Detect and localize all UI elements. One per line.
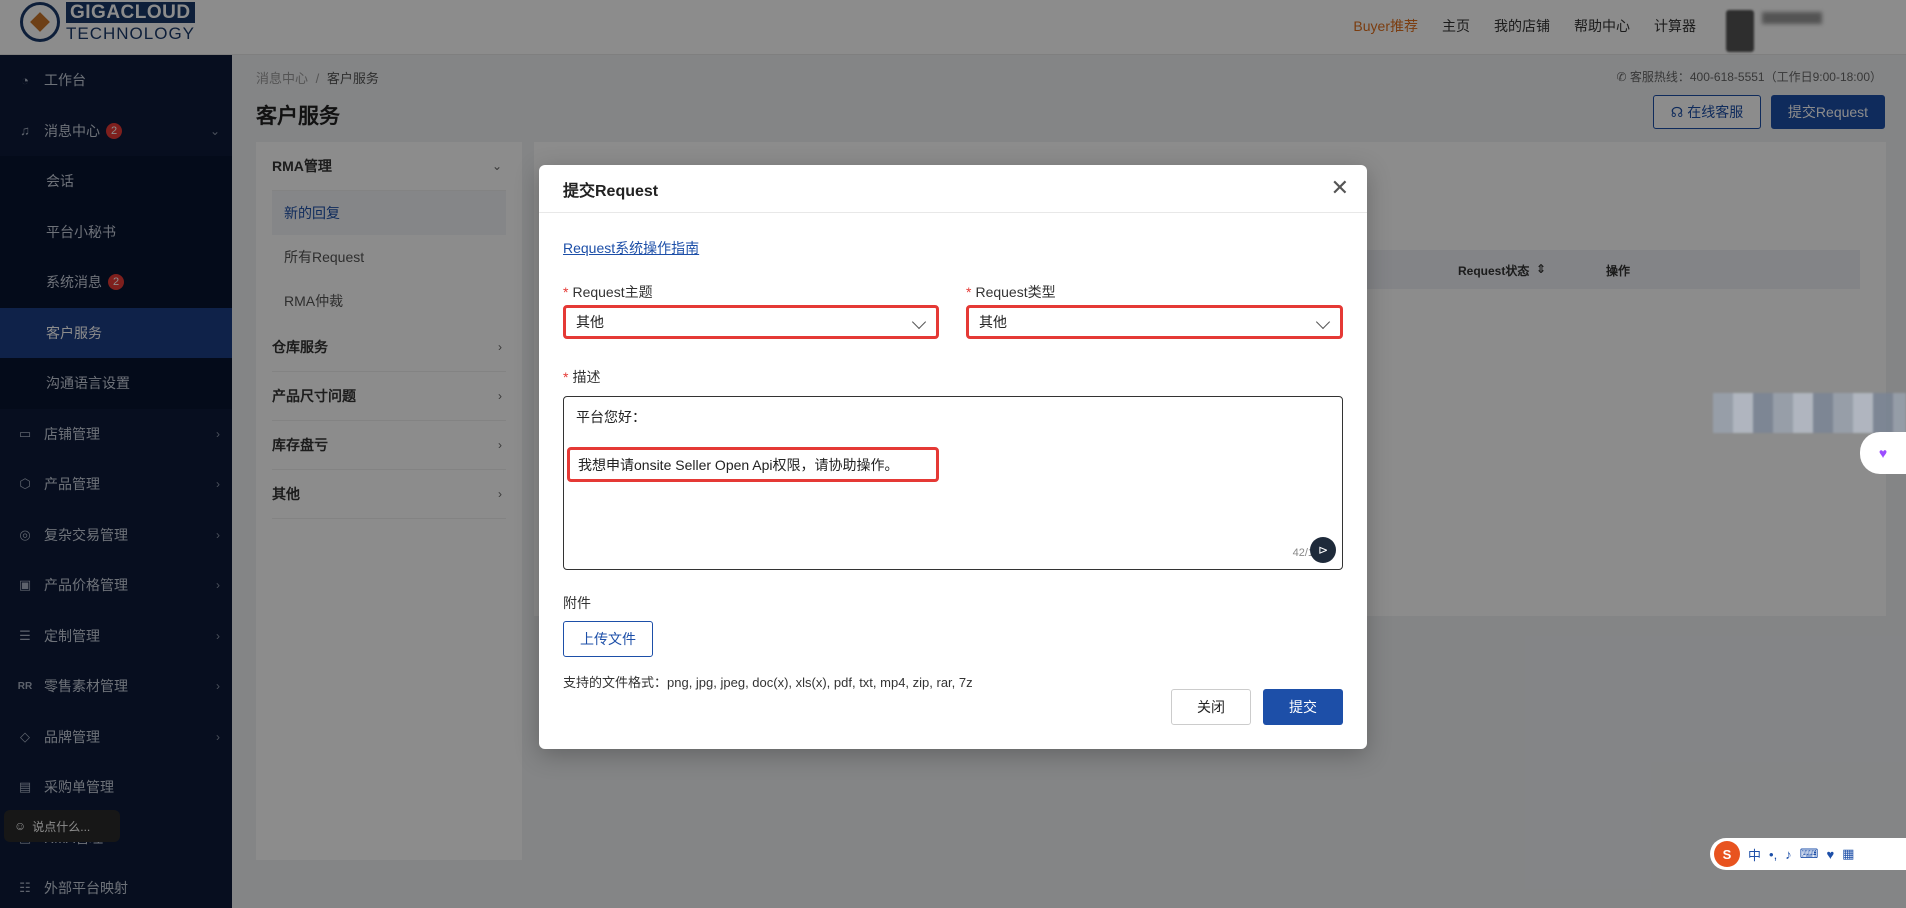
modal-title: 提交Request [563,182,659,200]
topic-select[interactable]: 其他 [563,305,939,339]
submit-request-modal: 提交Request ✕ Request系统操作指南 * Request主题 其他 … [539,165,1367,749]
topic-label: * Request主题 [563,284,653,300]
submit-button[interactable]: 提交 [1263,689,1343,725]
type-select[interactable]: 其他 [966,305,1343,339]
ime-toolbar[interactable]: S 中 •, ♪ ⌨ ♥ ▦ [1710,838,1906,870]
microphone-icon[interactable]: ♪ [1785,847,1792,862]
required-mark: * [563,369,569,385]
keyboard-icon[interactable]: ⌨ [1800,846,1819,862]
description-line2: 我想申请onsite Seller Open Api权限，请协助操作。 [567,447,939,482]
close-button[interactable]: 关闭 [1171,689,1251,725]
required-mark: * [563,284,569,300]
close-icon[interactable]: ✕ [1331,177,1349,199]
punctuation-icon[interactable]: •, [1769,847,1777,862]
description-textarea[interactable]: 平台您好： 我想申请onsite Seller Open Api权限，请协助操作… [563,396,1343,570]
modal-header: 提交Request ✕ [539,165,1367,213]
file-formats-hint: 支持的文件格式：png, jpg, jpeg, doc(x), xls(x), … [563,675,973,690]
ime-mode[interactable]: 中 [1748,845,1761,864]
type-label: * Request类型 [966,284,1056,300]
required-mark: * [966,284,972,300]
ime-logo-icon: S [1714,841,1740,867]
attachment-label: 附件 [563,595,591,611]
chevron-down-icon [1315,314,1331,330]
upload-file-button[interactable]: 上传文件 [563,621,653,657]
grid-icon[interactable]: ▦ [1842,846,1854,862]
guide-link[interactable]: Request系统操作指南 [563,238,699,258]
ai-assistant-icon[interactable]: ⊳ [1310,537,1336,563]
chevron-down-icon [911,314,927,330]
description-line1: 平台您好： [576,409,646,425]
blurred-region [1713,393,1906,433]
description-label: * 描述 [563,369,601,385]
floating-assistant-icon[interactable]: ♥ [1860,432,1906,474]
skin-icon[interactable]: ♥ [1826,847,1834,862]
